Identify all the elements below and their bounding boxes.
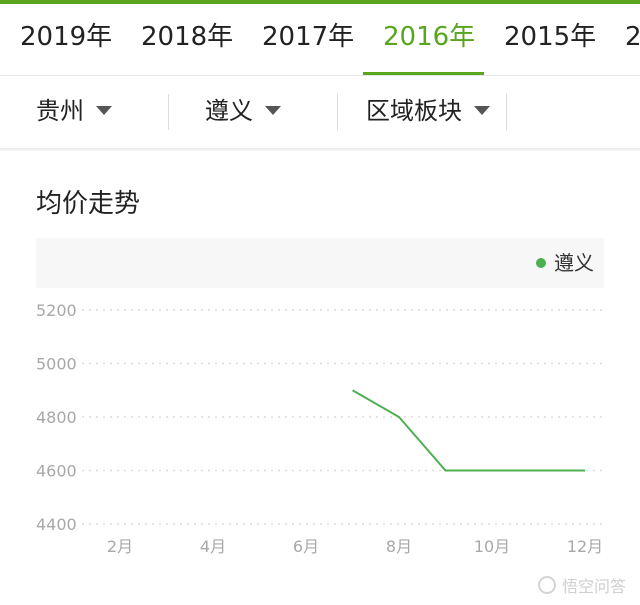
section-title: 均价走势 (36, 189, 141, 219)
filter-divider (337, 94, 338, 130)
legend-label: 遵义 (554, 251, 594, 275)
wukong-logo-icon (537, 576, 556, 594)
city-label: 遵义 (205, 97, 253, 125)
filter-divider (168, 94, 169, 130)
y-tick-label: 5200 (36, 301, 77, 320)
section-separator (0, 149, 640, 151)
y-tick-label: 4800 (36, 408, 77, 427)
x-tick-label: 4月 (200, 537, 226, 556)
tab-year-2015[interactable]: 2015年 (504, 4, 596, 75)
tab-year-2019[interactable]: 2019年 (20, 4, 112, 75)
x-tick-label: 12月 (567, 537, 603, 556)
filter-divider (506, 94, 507, 130)
chevron-down-icon (96, 106, 112, 115)
price-trend-chart: 5200 5000 4800 4600 4400 2月 4月 6月 8月 10月 12月 (36, 301, 604, 556)
watermark-label: 悟空问答 (561, 577, 626, 596)
series-line-zunyi (352, 389, 585, 472)
region-dropdown[interactable]: 区域板块 (366, 76, 490, 148)
tab-year-2018[interactable]: 2018年 (141, 4, 233, 75)
x-tick-label: 10月 (474, 537, 510, 556)
tab-year-2017[interactable]: 2017年 (262, 4, 354, 75)
province-label: 贵州 (36, 97, 84, 125)
tab-year-partial[interactable]: 2 (625, 4, 640, 75)
x-tick-label: 6月 (293, 537, 319, 556)
filter-bar: 贵州 遵义 区域板块 (0, 76, 640, 149)
tab-year-2016[interactable]: 2016年 (383, 4, 475, 75)
chevron-down-icon (474, 106, 490, 115)
year-tabs: 2019年 2018年 2017年 2016年 2015年 2 (0, 4, 640, 76)
y-tick-label: 4400 (36, 515, 77, 534)
region-label: 区域板块 (366, 97, 462, 125)
x-tick-label: 8月 (386, 537, 412, 556)
y-tick-label: 5000 (36, 355, 77, 374)
province-dropdown[interactable]: 贵州 (36, 76, 112, 148)
chart-legend-area (36, 238, 604, 288)
legend-dot-icon (536, 258, 546, 268)
city-dropdown[interactable]: 遵义 (205, 76, 281, 148)
x-tick-label: 2月 (107, 537, 133, 556)
chevron-down-icon (265, 106, 281, 115)
legend-item-zunyi: 遵义 (536, 248, 594, 278)
y-tick-label: 4600 (36, 462, 77, 481)
active-tab-indicator (363, 72, 484, 75)
watermark: 悟空问答 (537, 573, 626, 597)
